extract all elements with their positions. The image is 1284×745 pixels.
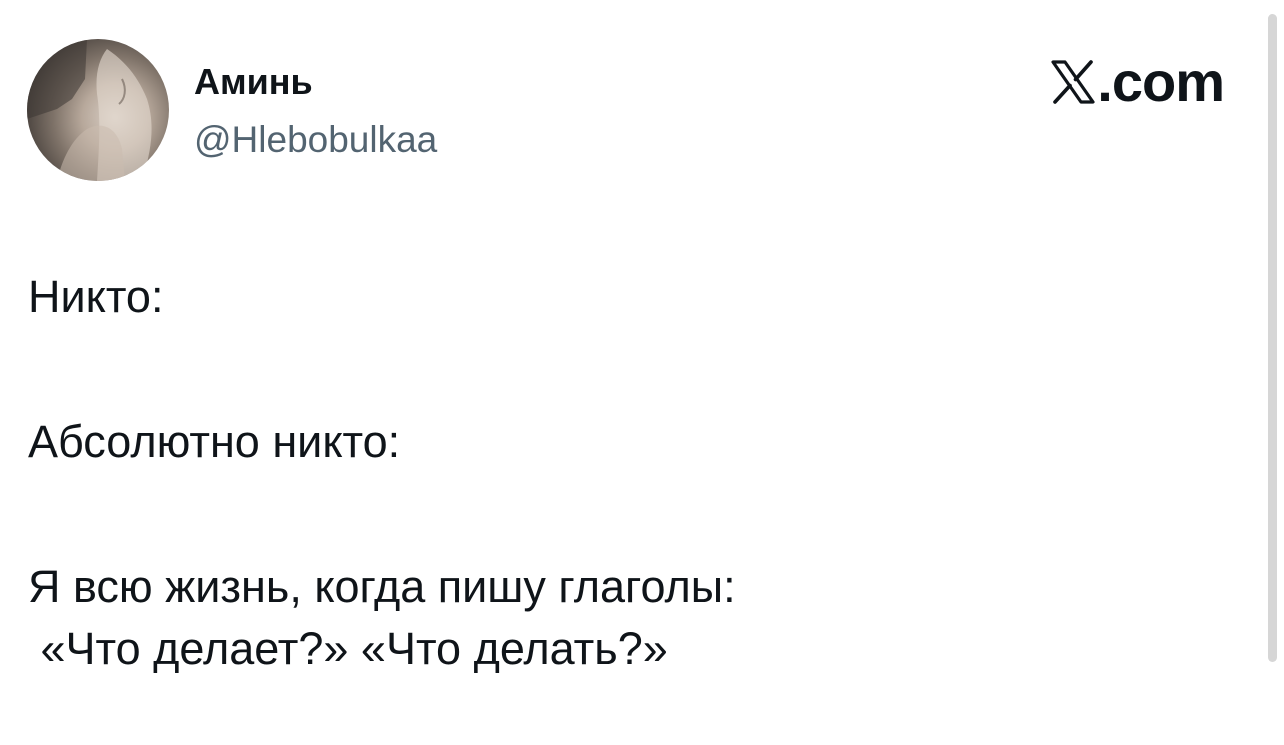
tweet-body: Никто: Абсолютно никто: Я всю жизнь, ког… <box>28 266 1228 680</box>
x-logo-icon <box>1051 60 1095 104</box>
author-display-name[interactable]: Аминь <box>194 60 313 104</box>
tweet-line: Никто: <box>28 271 164 322</box>
author-avatar[interactable] <box>27 39 169 181</box>
scrollbar[interactable] <box>1268 14 1277 662</box>
author-handle[interactable]: @Hlebobulkaa <box>194 116 437 164</box>
brand-domain-text: .com <box>1097 50 1225 113</box>
tweet-line: «Что делает?» «Что делать?» <box>28 623 668 674</box>
avatar-photo-icon <box>27 39 152 181</box>
x-brand: .com <box>1051 50 1225 113</box>
tweet-line: Я всю жизнь, когда пишу глаголы: <box>28 561 736 612</box>
tweet-card: Аминь @Hlebobulkaa .com Никто: Абсолютно… <box>0 0 1284 745</box>
tweet-line: Абсолютно никто: <box>28 416 401 467</box>
